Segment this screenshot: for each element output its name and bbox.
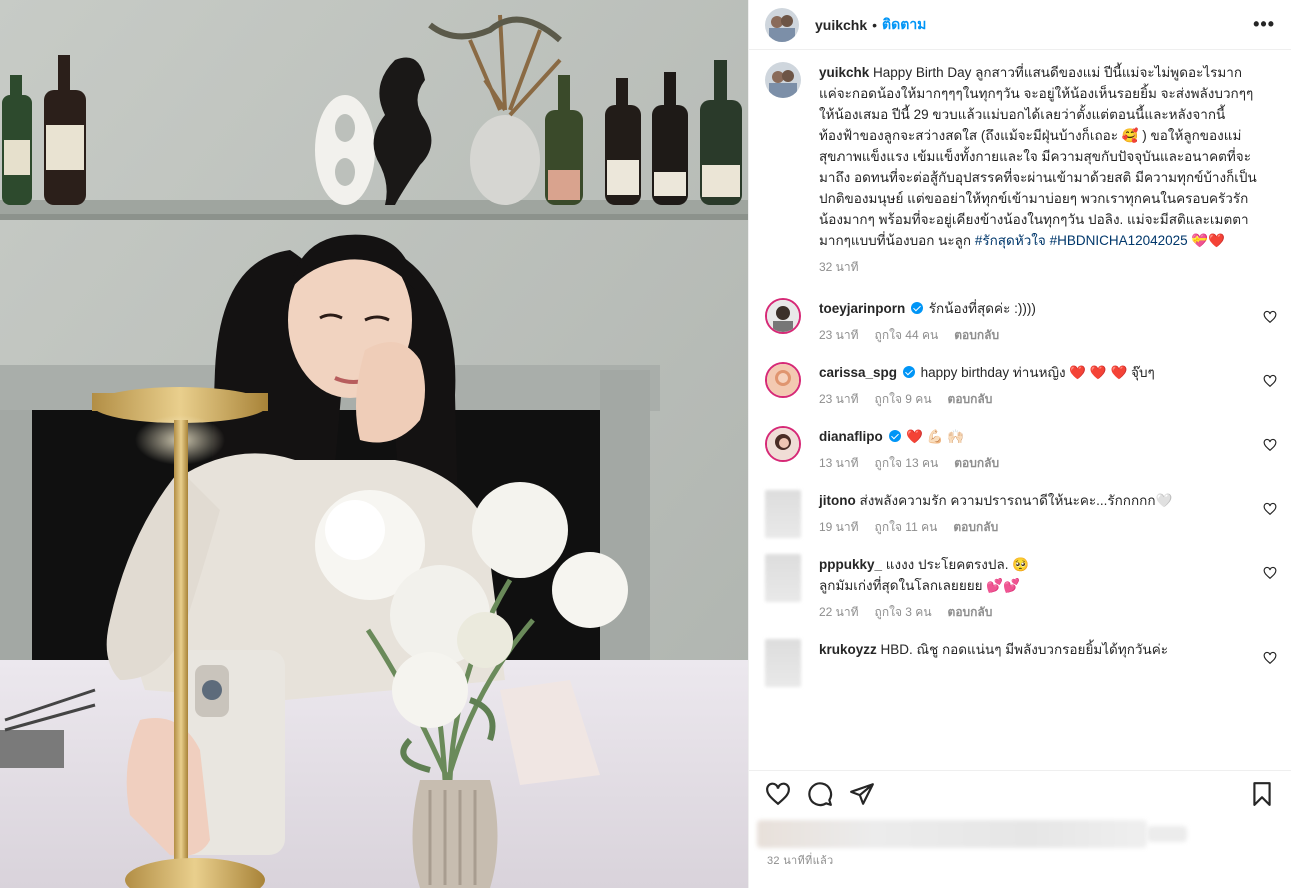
comment-likes[interactable]: ถูกใจ 11 คน (875, 517, 938, 538)
post-timestamp: 32 นาทีที่แล้ว (767, 855, 834, 867)
comment-likes[interactable]: ถูกใจ 9 คน (875, 389, 932, 410)
blurred-likes-summary-extra (1147, 826, 1187, 842)
reply-button[interactable]: ตอบกลับ (948, 389, 993, 410)
photo-illustration (0, 0, 748, 888)
verified-badge-icon (888, 430, 901, 442)
blurred-likes-summary (757, 820, 1147, 848)
comment-text: happy birthday ท่านหญิง ❤️ ❤️ ❤️ จุ๊บๆ (920, 365, 1155, 380)
comment-avatar[interactable] (765, 362, 801, 398)
caption-avatar[interactable] (765, 62, 801, 98)
caption-body: yuikchk Happy Birth Day ลูกสาวที่แสนดีขอ… (819, 62, 1275, 278)
bookmark-icon[interactable] (1249, 781, 1275, 807)
post-photo[interactable] (0, 0, 748, 888)
comment-body: krukoyzz HBD. ณิชู กอดแน่นๆ มีพลังบวกรอย… (819, 639, 1275, 687)
caption-emoji: 💝❤️ (1191, 233, 1226, 248)
comment-row: jitono ส่งพลังความรัก ความปรารถนาดีให้นะ… (749, 490, 1291, 538)
comment-time: 23 นาที (819, 328, 859, 342)
separator-dot: • (872, 16, 878, 33)
like-comment-heart-icon[interactable] (1263, 310, 1277, 324)
reply-button[interactable]: ตอบกลับ (948, 602, 993, 623)
comment-time: 22 นาที (819, 605, 859, 619)
comment-row: dianaflipo ❤️ 💪🏻 🙌🏻 13 นาที ถูกใจ 13 คน … (749, 426, 1291, 474)
comment-likes[interactable]: ถูกใจ 44 คน (875, 325, 939, 346)
post-actions-bar (749, 770, 1291, 816)
comment-body: toeyjarinporn รักน้องที่สุดค่ะ :)))) 23 … (819, 298, 1275, 346)
comment-username[interactable]: krukoyzz (819, 642, 877, 657)
caption-username[interactable]: yuikchk (819, 65, 869, 80)
comment-body: dianaflipo ❤️ 💪🏻 🙌🏻 13 นาที ถูกใจ 13 คน … (819, 426, 1275, 474)
comment-avatar[interactable] (765, 554, 801, 602)
like-comment-heart-icon[interactable] (1263, 566, 1277, 580)
caption-time: 32 นาที (819, 260, 859, 274)
comment-text-line2: ลูกมัมเก่งที่สุดในโลกเลยยยย 💕💕 (819, 578, 1020, 593)
comment-row: carissa_spg happy birthday ท่านหญิง ❤️ ❤… (749, 362, 1291, 410)
reply-button[interactable]: ตอบกลับ (954, 325, 999, 346)
comment-icon[interactable] (807, 781, 833, 807)
comment-time: 23 นาที (819, 392, 859, 406)
comment-username[interactable]: toeyjarinporn (819, 301, 905, 316)
verified-badge-icon (911, 302, 924, 314)
caption-text: Happy Birth Day ลูกสาวที่แสนดีของแม่ ปีน… (819, 65, 1257, 248)
like-comment-heart-icon[interactable] (1263, 651, 1277, 665)
comment-avatar[interactable] (765, 490, 801, 538)
comment-time: 13 นาที (819, 456, 859, 470)
comment-username[interactable]: carissa_spg (819, 365, 897, 380)
follow-button[interactable]: ติดตาม (882, 14, 926, 36)
comment-body: jitono ส่งพลังความรัก ความปรารถนาดีให้นะ… (819, 490, 1275, 538)
comment-body: carissa_spg happy birthday ท่านหญิง ❤️ ❤… (819, 362, 1275, 410)
like-comment-heart-icon[interactable] (1263, 438, 1277, 452)
comment-avatar[interactable] (765, 639, 801, 687)
like-comment-heart-icon[interactable] (1263, 374, 1277, 388)
caption-row: yuikchk Happy Birth Day ลูกสาวที่แสนดีขอ… (749, 62, 1291, 278)
hashtag-link[interactable]: #HBDNICHA12042025 (1050, 233, 1188, 248)
verified-badge-icon (902, 366, 915, 378)
comment-row: pppukky_ แงงง ประโยคตรงปล. 🥺 ลูกมัมเก่งท… (749, 554, 1291, 623)
comment-text: ส่งพลังความรัก ความปรารถนาดีให้นะคะ...รั… (859, 493, 1173, 508)
comment-text: HBD. ณิชู กอดแน่นๆ มีพลังบวกรอยยิ้มได้ทุ… (880, 642, 1168, 657)
hashtag-link[interactable]: #รักสุดหัวใจ (975, 233, 1046, 248)
comment-text: รักน้องที่สุดค่ะ :)))) (928, 301, 1036, 316)
comment-text: แงงง ประโยคตรงปล. 🥺 (885, 557, 1030, 572)
heart-icon[interactable] (765, 781, 791, 807)
post-header: yuikchk • ติดตาม ••• (749, 0, 1291, 50)
comment-time: 19 นาที (819, 520, 859, 534)
comment-row: krukoyzz HBD. ณิชู กอดแน่นๆ มีพลังบวกรอย… (749, 639, 1291, 687)
comment-row: toeyjarinporn รักน้องที่สุดค่ะ :)))) 23 … (749, 298, 1291, 346)
comment-username[interactable]: pppukky_ (819, 557, 882, 572)
comment-username[interactable]: jitono (819, 493, 856, 508)
comment-likes[interactable]: ถูกใจ 3 คน (875, 602, 932, 623)
comment-avatar[interactable] (765, 426, 801, 462)
reply-button[interactable]: ตอบกลับ (953, 517, 998, 538)
like-comment-heart-icon[interactable] (1263, 502, 1277, 516)
post-side-panel: yuikchk • ติดตาม ••• yuikchk Happy Birth… (748, 0, 1291, 888)
comment-text: ❤️ 💪🏻 🙌🏻 (906, 429, 965, 444)
comment-avatar[interactable] (765, 298, 801, 334)
comment-username[interactable]: dianaflipo (819, 429, 883, 444)
share-icon[interactable] (849, 781, 875, 807)
reply-button[interactable]: ตอบกลับ (954, 453, 999, 474)
author-avatar[interactable] (765, 7, 799, 42)
comment-body: pppukky_ แงงง ประโยคตรงปล. 🥺 ลูกมัมเก่งท… (819, 554, 1275, 623)
comment-likes[interactable]: ถูกใจ 13 คน (875, 453, 939, 474)
author-username[interactable]: yuikchk (815, 17, 867, 33)
comments-list[interactable]: yuikchk Happy Birth Day ลูกสาวที่แสนดีขอ… (749, 62, 1291, 767)
more-options-icon[interactable]: ••• (1253, 14, 1275, 35)
